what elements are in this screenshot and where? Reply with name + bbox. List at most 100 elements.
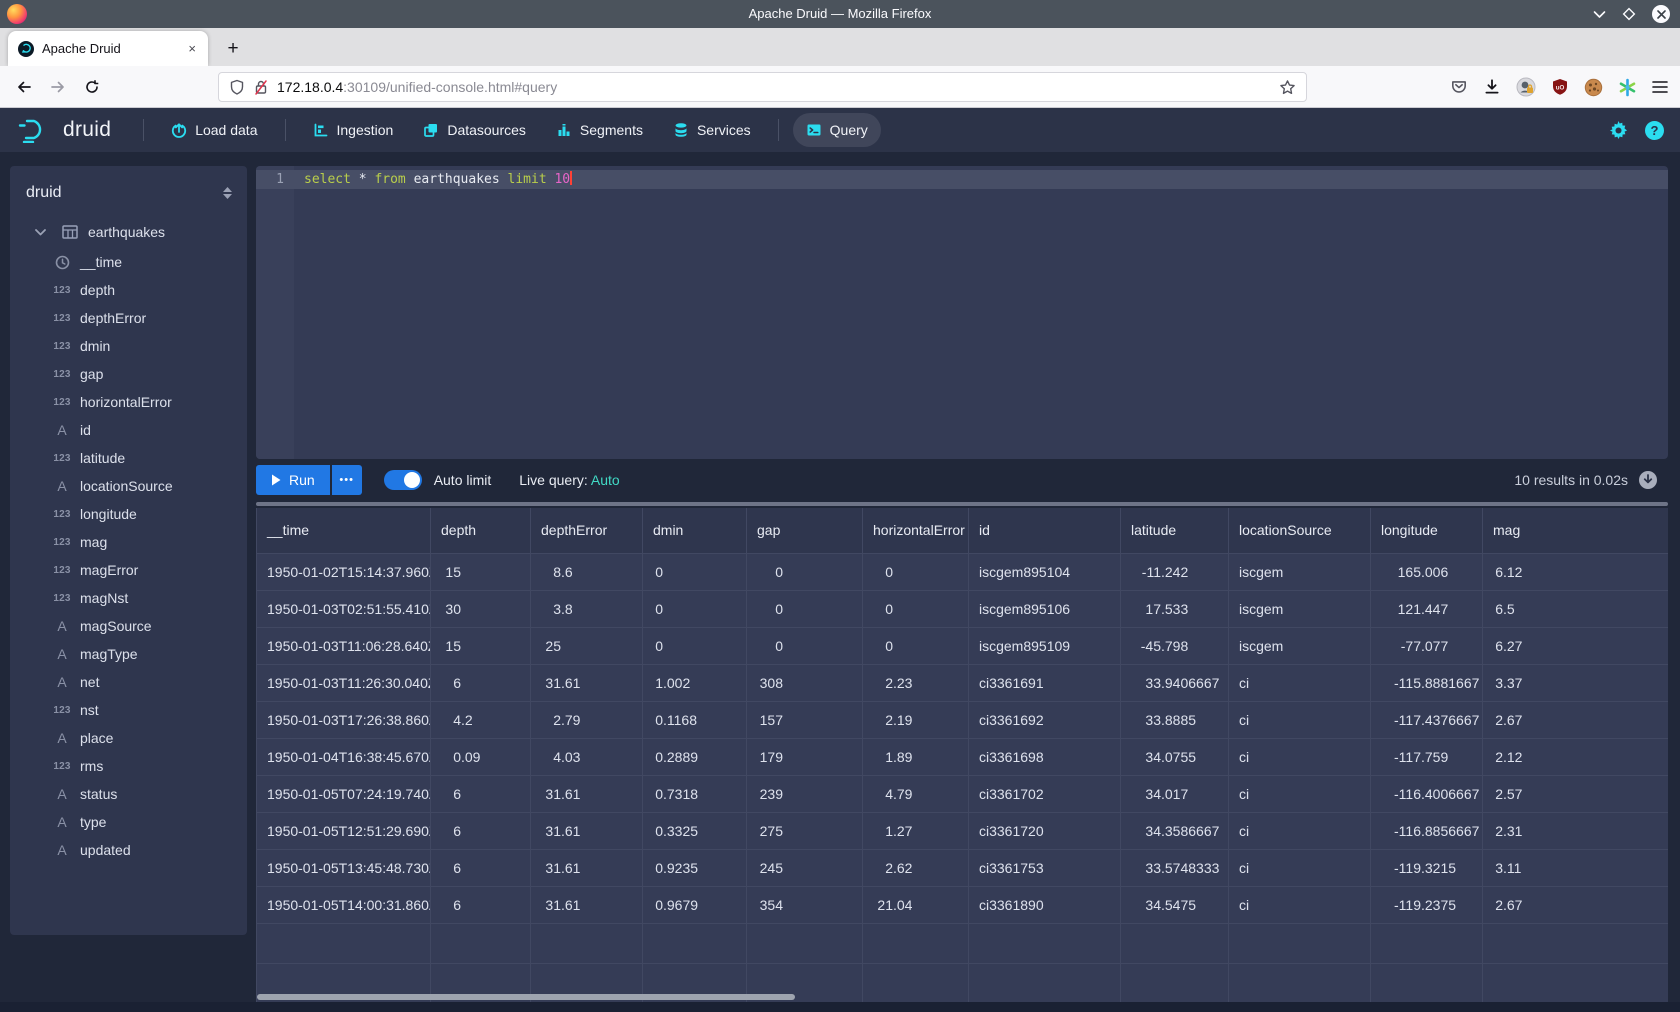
cell-mag[interactable]: 6.12 [1483,553,1669,590]
cell-depth[interactable]: 30 [431,590,531,627]
cell-__time[interactable]: 1950-01-05T13:45:48.730Z [257,849,431,886]
cell-__time[interactable]: 1950-01-05T07:24:19.740Z [257,775,431,812]
settings-gear-icon[interactable] [1609,121,1628,140]
column-header-latitude[interactable]: latitude [1121,508,1229,553]
cell-gap[interactable]: 275 [747,812,863,849]
cell-longitude[interactable]: -115.8881667 [1371,664,1483,701]
cell-mag[interactable]: 6.5 [1483,590,1669,627]
cell-mag[interactable]: 2.67 [1483,701,1669,738]
back-button[interactable] [10,73,38,101]
schema-column-latitude[interactable]: 123latitude [10,444,247,472]
cell-depthError[interactable]: 3.8 [531,590,643,627]
cell-__time[interactable]: 1950-01-05T12:51:29.690Z [257,812,431,849]
chevron-down-icon[interactable] [28,229,52,236]
cell-horizontalError[interactable]: 4.79 [863,775,969,812]
cell-__time[interactable]: 1950-01-03T11:06:28.640Z [257,627,431,664]
nav-item-segments[interactable]: Segments [543,113,656,147]
cell-id[interactable]: ci3361702 [969,775,1121,812]
cell-dmin[interactable]: 0.9235 [643,849,747,886]
cell-locationSource[interactable]: ci [1229,812,1371,849]
cell-latitude[interactable]: 33.5748333 [1121,849,1229,886]
cell-depthError[interactable]: 8.6 [531,553,643,590]
nav-item-services[interactable]: Services [660,113,764,147]
cell-horizontalError[interactable]: 2.23 [863,664,969,701]
schema-column-magType[interactable]: AmagType [10,640,247,668]
tab-close-icon[interactable]: × [186,41,198,56]
cell-longitude[interactable]: 165.006 [1371,553,1483,590]
lock-slash-icon[interactable] [253,79,269,96]
cell-latitude[interactable]: 34.5475 [1121,886,1229,923]
cell-gap[interactable]: 308 [747,664,863,701]
cell-gap[interactable]: 0 [747,553,863,590]
cell-depth[interactable]: 6 [431,775,531,812]
cell-depth[interactable]: 6 [431,812,531,849]
cell-id[interactable]: ci3361720 [969,812,1121,849]
cell-latitude[interactable]: -45.798 [1121,627,1229,664]
tab-apache-druid[interactable]: Apache Druid × [8,31,208,66]
window-maximize-icon[interactable] [1622,7,1636,21]
cell-id[interactable]: ci3361692 [969,701,1121,738]
cell-id[interactable]: ci3361753 [969,849,1121,886]
cell-depth[interactable]: 0.09 [431,738,531,775]
cell-gap[interactable]: 179 [747,738,863,775]
cell-longitude[interactable]: -119.3215 [1371,849,1483,886]
new-tab-button[interactable]: + [220,36,246,62]
cell-dmin[interactable]: 0 [643,590,747,627]
cell-latitude[interactable]: 34.3586667 [1121,812,1229,849]
column-header-dmin[interactable]: dmin [643,508,747,553]
cell-latitude[interactable]: 33.9406667 [1121,664,1229,701]
nav-item-query[interactable]: Query [793,113,881,147]
cell-locationSource[interactable]: iscgem [1229,590,1371,627]
ublock-icon[interactable]: uO [1551,78,1569,96]
cell-depth[interactable]: 6 [431,849,531,886]
cell-depthError[interactable]: 31.61 [531,775,643,812]
column-header-__time[interactable]: __time [257,508,431,553]
run-more-button[interactable]: ••• [332,465,362,495]
cell-depthError[interactable]: 31.61 [531,664,643,701]
horizontal-scrollbar[interactable] [257,994,795,1000]
column-header-longitude[interactable]: longitude [1371,508,1483,553]
cell-__time[interactable]: 1950-01-03T02:51:55.410Z [257,590,431,627]
schema-column-magError[interactable]: 123magError [10,556,247,584]
cell-__time[interactable]: 1950-01-04T16:38:45.670Z [257,738,431,775]
cell-gap[interactable]: 354 [747,886,863,923]
cell-mag[interactable]: 3.37 [1483,664,1669,701]
cookie-icon[interactable] [1584,78,1603,97]
cell-locationSource[interactable]: ci [1229,775,1371,812]
cell-horizontalError[interactable]: 2.19 [863,701,969,738]
cell-depth[interactable]: 15 [431,627,531,664]
cell-mag[interactable]: 2.67 [1483,886,1669,923]
column-header-depthError[interactable]: depthError [531,508,643,553]
cell-longitude[interactable]: -77.077 [1371,627,1483,664]
schema-column-nst[interactable]: 123nst [10,696,247,724]
schema-column-type[interactable]: Atype [10,808,247,836]
cell-locationSource[interactable]: ci [1229,701,1371,738]
schema-column-place[interactable]: Aplace [10,724,247,752]
cell-dmin[interactable]: 0.2889 [643,738,747,775]
cell-horizontalError[interactable]: 0 [863,553,969,590]
column-header-depth[interactable]: depth [431,508,531,553]
cell-id[interactable]: ci3361691 [969,664,1121,701]
asterisk-extension-icon[interactable] [1618,78,1637,97]
cell-__time[interactable]: 1950-01-03T17:26:38.860Z [257,701,431,738]
run-button[interactable]: Run [256,465,330,495]
menu-icon[interactable] [1652,80,1668,94]
cell-__time[interactable]: 1950-01-03T11:26:30.040Z [257,664,431,701]
cell-mag[interactable]: 3.11 [1483,849,1669,886]
schema-column-__time[interactable]: __time [10,248,247,276]
cell-longitude[interactable]: -117.4376667 [1371,701,1483,738]
cell-mag[interactable]: 2.57 [1483,775,1669,812]
cell-depthError[interactable]: 31.61 [531,849,643,886]
schema-column-rms[interactable]: 123rms [10,752,247,780]
schema-column-status[interactable]: Astatus [10,780,247,808]
cell-id[interactable]: ci3361698 [969,738,1121,775]
cell-depthError[interactable]: 25 [531,627,643,664]
schema-column-id[interactable]: Aid [10,416,247,444]
window-minimize-icon[interactable] [1593,10,1606,19]
cell-locationSource[interactable]: ci [1229,849,1371,886]
cell-mag[interactable]: 6.27 [1483,627,1669,664]
cell-gap[interactable]: 157 [747,701,863,738]
forward-button[interactable] [44,73,72,101]
shield-icon[interactable] [229,79,245,96]
cell-__time[interactable]: 1950-01-02T15:14:37.960Z [257,553,431,590]
